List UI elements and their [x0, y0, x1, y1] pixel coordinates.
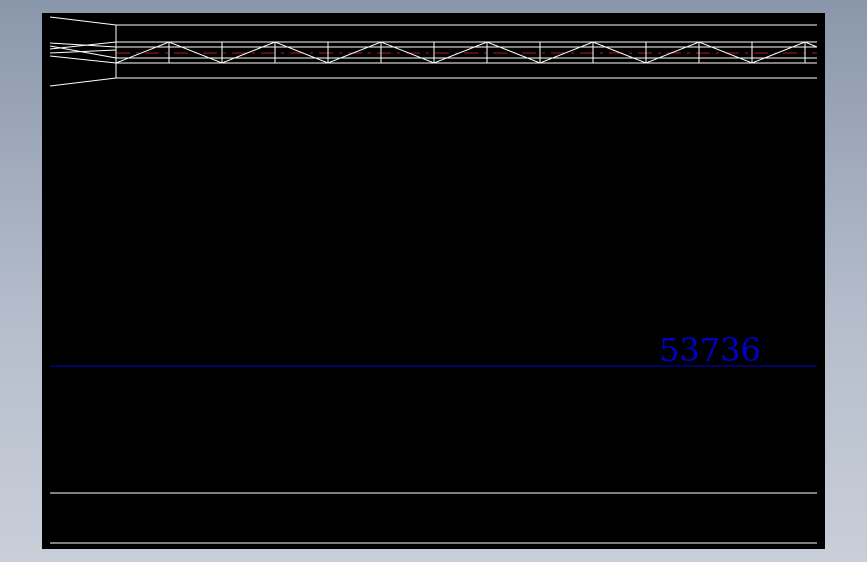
cad-drawing-viewport[interactable]: 53736: [42, 13, 825, 549]
dimension-label: 53736: [659, 331, 761, 369]
truss-left-end-taper: [49, 16, 117, 87]
drawing-canvas: 53736: [49, 16, 818, 544]
